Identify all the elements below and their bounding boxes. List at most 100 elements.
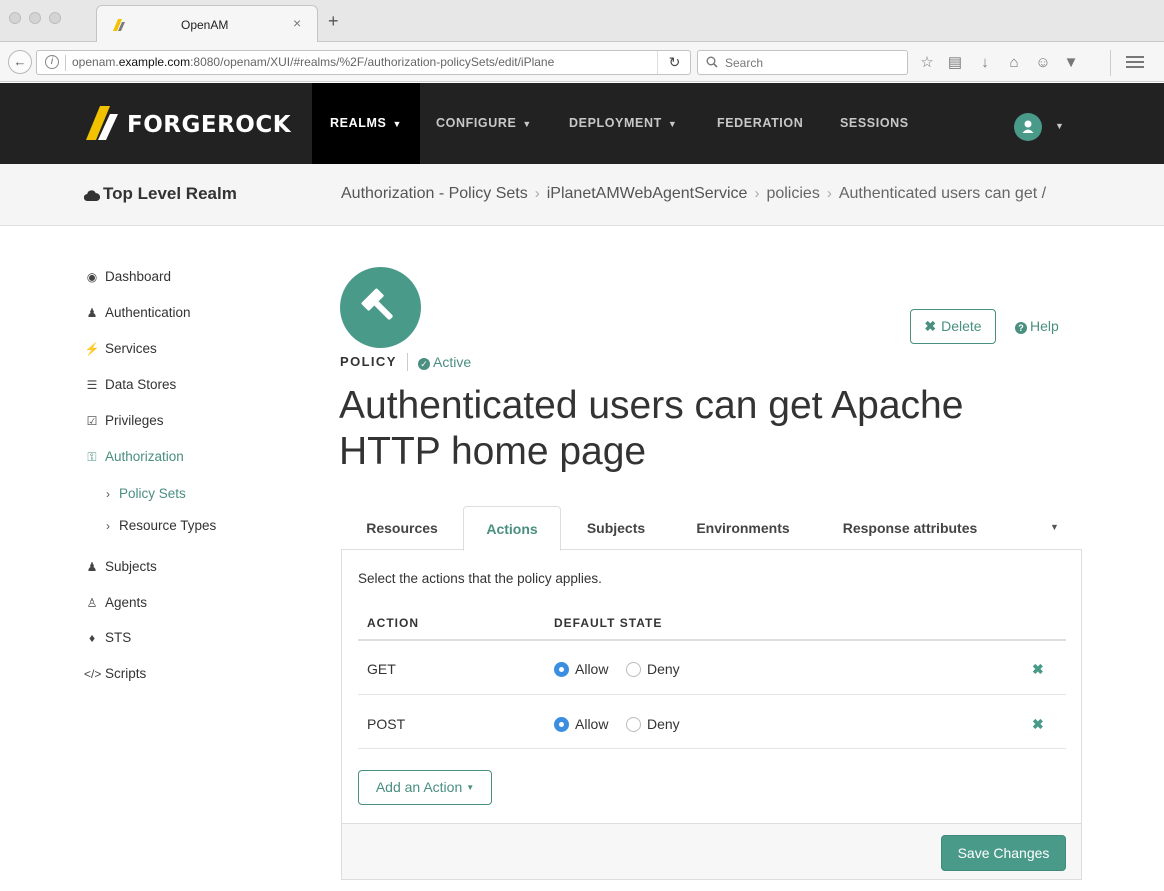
nav-federation[interactable]: FEDERATION bbox=[717, 83, 803, 164]
add-action-button[interactable]: Add an Action ▼ bbox=[358, 770, 492, 805]
back-button[interactable]: ← bbox=[8, 50, 32, 74]
reading-list-icon[interactable]: ▤ bbox=[946, 54, 964, 72]
sidebar-item-sts[interactable]: ♦ STS bbox=[84, 630, 131, 645]
site-info-icon[interactable]: i bbox=[45, 55, 59, 69]
home-icon[interactable]: ⌂ bbox=[1005, 54, 1023, 72]
browser-nav-bar: ← i openam.example.com:8080/openam/XUI/#… bbox=[0, 42, 1164, 82]
question-circle-icon: ? bbox=[1015, 322, 1027, 334]
help-label: Help bbox=[1030, 318, 1059, 334]
plug-icon: ⚡ bbox=[84, 342, 100, 356]
tab-subjects[interactable]: Subjects bbox=[567, 506, 665, 550]
realm-title[interactable]: Top Level Realm bbox=[83, 184, 237, 204]
breadcrumb-policy-sets[interactable]: Authorization - Policy Sets bbox=[341, 185, 528, 202]
sidebar-item-authentication[interactable]: ♟ Authentication bbox=[84, 305, 191, 320]
user-icon: ♟ bbox=[86, 306, 98, 320]
nav-deployment-label: DEPLOYMENT bbox=[569, 116, 662, 130]
tab-response-attributes[interactable]: Response attributes bbox=[825, 506, 995, 550]
nav-realms-label: REALMS bbox=[330, 116, 387, 130]
tag-icon: ♦ bbox=[88, 631, 96, 645]
forgerock-logo-icon bbox=[86, 106, 118, 140]
entity-type-label: POLICY bbox=[340, 354, 397, 369]
sidebar-item-resource-types[interactable]: › Resource Types bbox=[106, 518, 216, 533]
page-title: Authenticated users can get Apache HTTP … bbox=[339, 384, 964, 473]
tab-label: Resources bbox=[366, 520, 438, 536]
allow-label[interactable]: Allow bbox=[575, 716, 608, 732]
chevron-down-icon: ▼ bbox=[392, 119, 402, 129]
sidebar-item-label: STS bbox=[105, 630, 132, 645]
browser-tab[interactable]: OpenAM × bbox=[96, 5, 318, 42]
tab-title: OpenAM bbox=[181, 18, 229, 32]
browser-search-input[interactable]: Search bbox=[697, 50, 908, 75]
code-icon: </> bbox=[84, 667, 102, 681]
nav-realms[interactable]: REALMS ▼ bbox=[312, 83, 420, 164]
sidebar-item-label: Agents bbox=[105, 595, 148, 610]
action-name: POST bbox=[367, 716, 406, 732]
sidebar-item-dashboard[interactable]: ◉ Dashboard bbox=[84, 269, 171, 284]
pocket-icon[interactable]: ▼ bbox=[1062, 54, 1080, 72]
tab-actions[interactable]: Actions bbox=[463, 506, 561, 551]
breadcrumb-separator-icon: › bbox=[826, 185, 832, 202]
nav-sessions[interactable]: SESSIONS bbox=[840, 83, 909, 164]
tab-label: Response attributes bbox=[842, 520, 978, 536]
forgerock-favicon-icon bbox=[113, 19, 125, 31]
sidebar-item-services[interactable]: ⚡ Services bbox=[84, 341, 157, 356]
sidebar-item-authorization[interactable]: ⚿ Authorization bbox=[84, 449, 183, 465]
downloads-icon[interactable]: ↓ bbox=[976, 54, 994, 72]
delete-button[interactable]: ✖ Delete bbox=[910, 309, 996, 344]
deny-radio[interactable] bbox=[626, 662, 641, 677]
header-divider bbox=[358, 639, 1066, 641]
hamburger-menu-icon[interactable] bbox=[1126, 53, 1144, 71]
chat-icon[interactable]: ☺ bbox=[1034, 54, 1052, 72]
allow-radio[interactable] bbox=[554, 662, 569, 677]
deny-label[interactable]: Deny bbox=[647, 716, 680, 732]
deny-radio[interactable] bbox=[626, 717, 641, 732]
sidebar-item-scripts[interactable]: </> Scripts bbox=[84, 666, 146, 681]
row-divider bbox=[358, 748, 1066, 749]
breadcrumb-separator-icon: › bbox=[534, 185, 540, 202]
row-divider bbox=[358, 694, 1066, 695]
window-minimize-button[interactable] bbox=[29, 12, 41, 24]
status-text: Active bbox=[433, 354, 472, 370]
remove-action-icon[interactable]: ✖ bbox=[1032, 661, 1044, 678]
agent-icon: ♙ bbox=[86, 596, 98, 610]
chevron-down-icon: ▼ bbox=[466, 783, 475, 792]
address-bar[interactable]: i openam.example.com:8080/openam/XUI/#re… bbox=[36, 50, 691, 75]
deny-label[interactable]: Deny bbox=[647, 661, 680, 677]
tab-environments[interactable]: Environments bbox=[675, 506, 811, 550]
sidebar-item-data-stores[interactable]: ☰ Data Stores bbox=[84, 377, 177, 392]
sidebar-item-label: Scripts bbox=[105, 666, 147, 681]
nav-deployment[interactable]: DEPLOYMENT ▼ bbox=[569, 83, 677, 164]
tab-resources[interactable]: Resources bbox=[349, 506, 455, 550]
sidebar-item-agents[interactable]: ♙ Agents bbox=[84, 595, 147, 610]
tab-close-icon[interactable]: × bbox=[293, 15, 301, 31]
allow-label[interactable]: Allow bbox=[575, 661, 608, 677]
breadcrumb-policies[interactable]: policies bbox=[766, 185, 819, 202]
nav-federation-label: FEDERATION bbox=[717, 116, 804, 130]
panel-description: Select the actions that the policy appli… bbox=[358, 571, 602, 586]
reload-icon[interactable]: ↻ bbox=[657, 51, 691, 74]
user-menu-chevron-icon[interactable]: ▼ bbox=[1055, 117, 1064, 135]
url-prefix: openam. bbox=[72, 55, 119, 69]
remove-action-icon[interactable]: ✖ bbox=[1032, 716, 1044, 733]
sidebar-item-subjects[interactable]: ♟ Subjects bbox=[84, 559, 157, 574]
new-tab-button[interactable]: + bbox=[328, 11, 339, 32]
tabs-overflow-chevron-icon[interactable]: ▼ bbox=[1050, 522, 1059, 532]
sidebar-item-privileges[interactable]: ☑ Privileges bbox=[84, 413, 164, 428]
nav-configure[interactable]: CONFIGURE ▼ bbox=[436, 83, 532, 164]
browser-tab-strip: OpenAM × + bbox=[0, 0, 1164, 42]
actions-panel: Select the actions that the policy appli… bbox=[341, 549, 1082, 880]
user-avatar[interactable] bbox=[1014, 113, 1042, 141]
breadcrumb-policy-set[interactable]: iPlanetAMWebAgentService bbox=[547, 185, 748, 202]
address-divider bbox=[65, 55, 66, 71]
delete-label: Delete bbox=[941, 318, 982, 334]
sidebar-item-label: Resource Types bbox=[119, 518, 217, 533]
sidebar-item-label: Data Stores bbox=[105, 377, 177, 392]
window-zoom-button[interactable] bbox=[49, 12, 61, 24]
sidebar-item-policy-sets[interactable]: › Policy Sets bbox=[106, 486, 186, 501]
bookmark-star-icon[interactable]: ☆ bbox=[918, 54, 936, 72]
save-changes-button[interactable]: Save Changes bbox=[941, 835, 1066, 871]
add-action-label: Add an Action bbox=[375, 779, 463, 795]
allow-radio[interactable] bbox=[554, 717, 569, 732]
window-close-button[interactable] bbox=[9, 12, 21, 24]
help-link[interactable]: ? Help bbox=[1015, 318, 1059, 334]
